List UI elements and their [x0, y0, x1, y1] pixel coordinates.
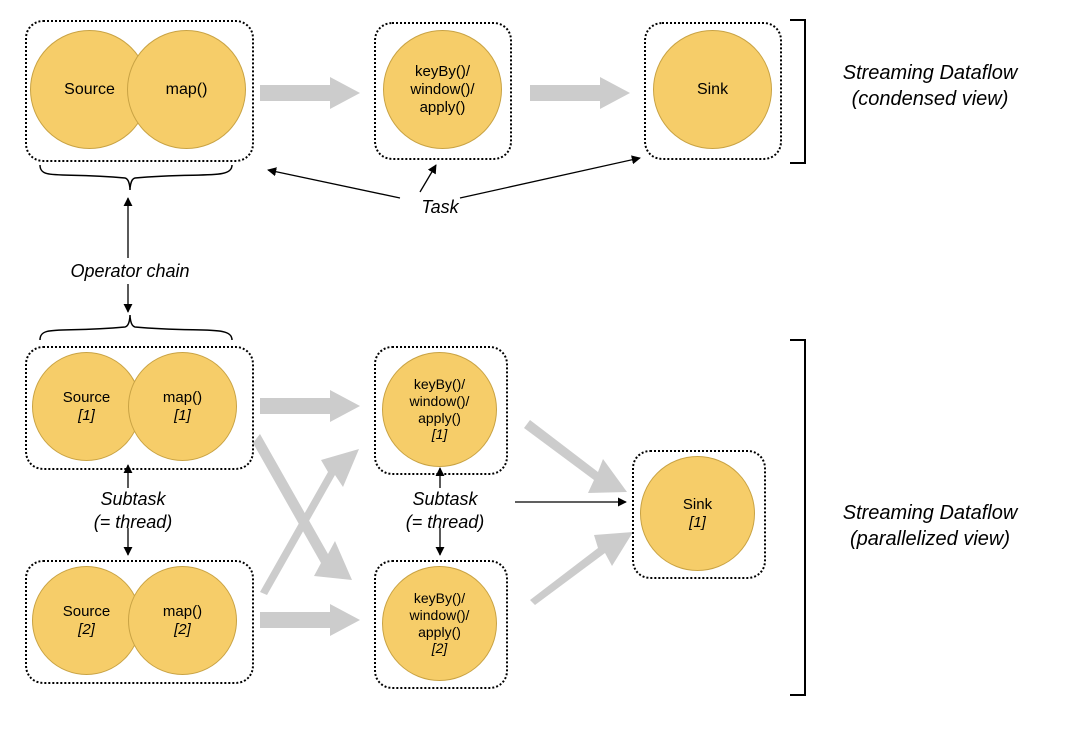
op-source-1: Source[1] — [32, 352, 141, 461]
op-sink-1: Sink[1] — [640, 456, 755, 571]
section-bracket-condensed — [790, 20, 805, 163]
op-source-label: Source — [64, 80, 115, 99]
op-source-2: Source[2] — [32, 566, 141, 675]
op-sink-label: Sink — [697, 80, 728, 99]
label-subtask-right: Subtask (= thread) — [380, 488, 510, 533]
curly-brace-parallel — [40, 315, 232, 340]
section-label-parallel: Streaming Dataflow (parallelized view) — [820, 500, 1040, 552]
op-map1-label: map()[1] — [163, 389, 202, 425]
diagram-canvas: Source map() keyBy()/ window()/ apply() … — [0, 0, 1080, 745]
op-sink1-label: Sink[1] — [683, 496, 712, 532]
op-middle1-label: keyBy()/ window()/ apply() [1] — [410, 376, 470, 443]
op-middle-1: keyBy()/ window()/ apply() [1] — [382, 352, 497, 467]
label-task: Task — [400, 196, 480, 219]
section-label-condensed: Streaming Dataflow (condensed view) — [820, 60, 1040, 112]
curly-brace-condensed — [40, 165, 232, 190]
op-middle2-label: keyBy()/ window()/ apply() [2] — [410, 590, 470, 657]
op-sink: Sink — [653, 30, 772, 149]
op-middle-2: keyBy()/ window()/ apply() [2] — [382, 566, 497, 681]
op-map-1: map()[1] — [128, 352, 237, 461]
section-bracket-parallel — [790, 340, 805, 695]
op-map-label: map() — [166, 80, 208, 99]
op-source2-label: Source[2] — [63, 603, 111, 639]
label-operator-chain: Operator chain — [50, 260, 210, 283]
op-source1-label: Source[1] — [63, 389, 111, 425]
label-subtask-left: Subtask (= thread) — [68, 488, 198, 533]
op-map2-label: map()[2] — [163, 603, 202, 639]
op-map-2: map()[2] — [128, 566, 237, 675]
op-middle-label: keyBy()/ window()/ apply() — [410, 63, 474, 117]
op-map: map() — [127, 30, 246, 149]
op-middle: keyBy()/ window()/ apply() — [383, 30, 502, 149]
